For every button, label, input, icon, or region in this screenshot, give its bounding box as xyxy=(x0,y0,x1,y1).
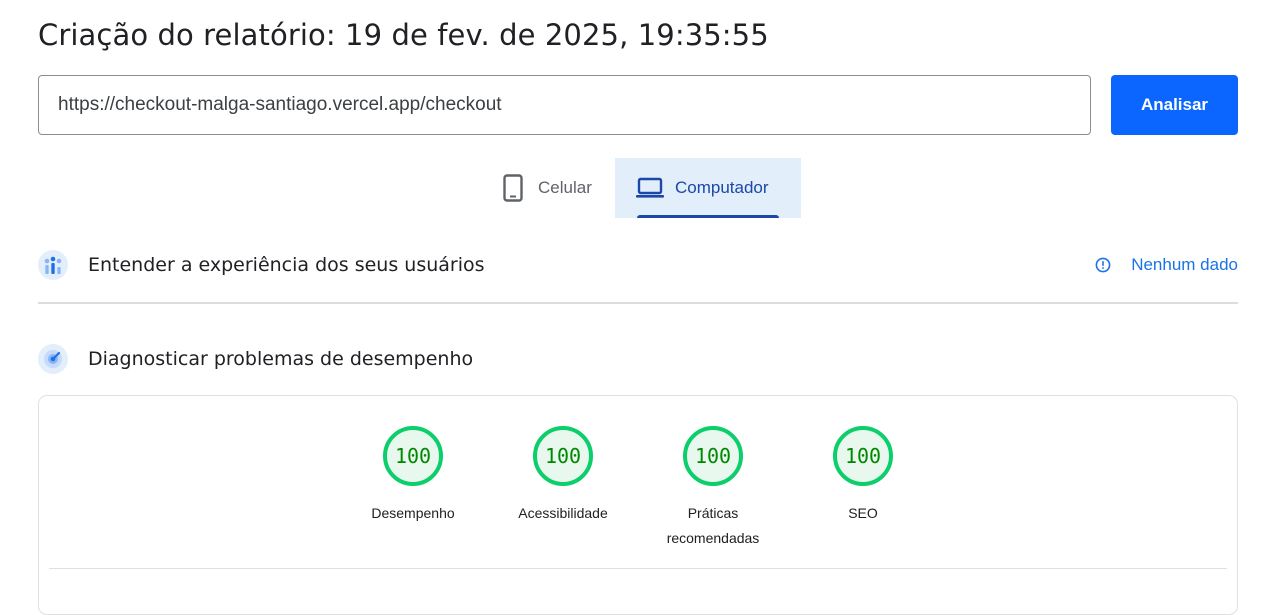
score-label: SEO xyxy=(848,505,878,521)
score-label: Práticas recomendadas xyxy=(666,505,760,546)
analyze-button[interactable]: Analisar xyxy=(1111,75,1238,135)
score-gauge-performance[interactable]: 100 Desempenho xyxy=(338,426,488,526)
score-value: 100 xyxy=(533,426,593,486)
performance-gauge-icon xyxy=(38,344,68,374)
page-title: Criação do relatório: 19 de fev. de 2025… xyxy=(38,18,769,52)
score-gauge-seo[interactable]: 100 SEO xyxy=(788,426,938,526)
info-icon xyxy=(1095,257,1111,273)
diagnostics-section-title: Diagnosticar problemas de desempenho xyxy=(88,348,474,370)
score-value: 100 xyxy=(833,426,893,486)
tab-mobile[interactable]: Celular xyxy=(478,158,615,218)
score-gauge-accessibility[interactable]: 100 Acessibilidade xyxy=(488,426,638,526)
selected-tab-indicator xyxy=(637,215,779,218)
scores-card: 100 Desempenho 100 Acessibilidade 100 Pr… xyxy=(38,395,1238,615)
ux-section-title: Entender a experiência dos seus usuários xyxy=(88,254,485,276)
diagnostics-section-header: Diagnosticar problemas de desempenho xyxy=(38,339,1238,379)
laptop-icon xyxy=(636,174,664,202)
tab-mobile-label: Celular xyxy=(538,178,592,197)
score-value: 100 xyxy=(683,426,743,486)
score-label: Acessibilidade xyxy=(518,505,608,521)
device-tabs: Celular Computador xyxy=(0,158,1271,218)
section-divider xyxy=(38,302,1238,304)
ux-section-header: Entender a experiência dos seus usuários… xyxy=(38,245,1238,285)
card-divider xyxy=(49,568,1227,569)
tab-desktop[interactable]: Computador xyxy=(615,158,801,218)
mobile-phone-icon xyxy=(499,174,527,202)
no-data-label: Nenhum dado xyxy=(1131,255,1238,274)
no-data-link[interactable]: Nenhum dado xyxy=(1095,245,1238,285)
score-label: Desempenho xyxy=(371,505,455,521)
tab-desktop-label: Computador xyxy=(675,178,769,197)
score-gauge-best-practices[interactable]: 100 Práticas recomendadas xyxy=(638,426,788,551)
users-chart-icon xyxy=(38,250,68,280)
score-value: 100 xyxy=(383,426,443,486)
url-input[interactable] xyxy=(38,75,1091,135)
